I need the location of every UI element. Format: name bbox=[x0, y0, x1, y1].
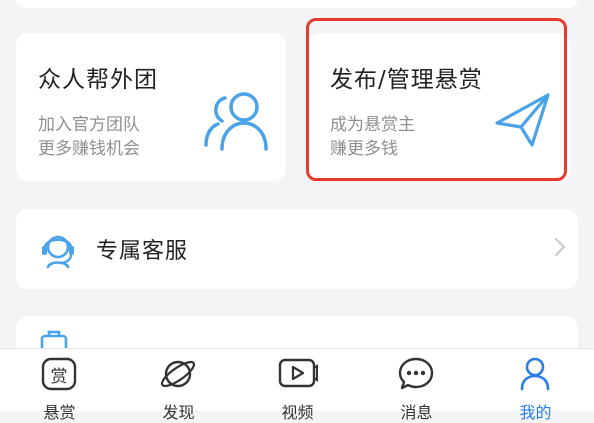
tab-video[interactable]: 视频 bbox=[238, 349, 357, 422]
chat-icon bbox=[398, 357, 434, 390]
profile-icon bbox=[520, 357, 550, 391]
publish-card-line1: 成为悬赏主 bbox=[330, 115, 415, 135]
publish-card-line2: 赚更多钱 bbox=[330, 139, 398, 159]
tab-mine-label: 我的 bbox=[519, 403, 552, 422]
paper-plane-icon bbox=[495, 93, 550, 147]
team-card-line1: 加入官方团队 bbox=[38, 115, 140, 135]
headset-agent-icon bbox=[42, 235, 74, 269]
planet-icon bbox=[160, 360, 196, 388]
top-card bbox=[16, 0, 578, 8]
exclusive-service-label: 专属客服 bbox=[96, 239, 189, 264]
chevron-right-icon bbox=[555, 238, 565, 256]
exclusive-service-row[interactable]: 专属客服 bbox=[16, 209, 578, 289]
team-card-line2: 更多赚钱机会 bbox=[38, 139, 140, 159]
publish-card-title: 发布/管理悬赏 bbox=[330, 67, 483, 93]
tab-mine[interactable]: 我的 bbox=[476, 349, 594, 422]
publish-reward-card[interactable]: 发布/管理悬赏 成为悬赏主 赚更多钱 bbox=[308, 33, 570, 181]
team-card[interactable]: 众人帮外团 加入官方团队 更多赚钱机会 bbox=[16, 33, 286, 181]
users-icon bbox=[204, 92, 268, 151]
tab-discover[interactable]: 发现 bbox=[119, 349, 238, 422]
reward-icon: 赏 bbox=[41, 357, 77, 391]
bottom-tab-bar: 赏 悬赏 发现 视频 消息 我的 bbox=[0, 348, 594, 422]
tab-messages[interactable]: 消息 bbox=[357, 349, 476, 422]
tab-reward[interactable]: 赏 悬赏 bbox=[0, 349, 119, 422]
team-card-title: 众人帮外团 bbox=[38, 67, 158, 93]
svg-text:赏: 赏 bbox=[51, 367, 68, 387]
tab-messages-label: 消息 bbox=[400, 403, 433, 422]
video-icon bbox=[278, 358, 318, 388]
tab-discover-label: 发现 bbox=[162, 403, 195, 422]
tab-video-label: 视频 bbox=[281, 403, 314, 422]
tab-reward-label: 悬赏 bbox=[43, 403, 76, 422]
